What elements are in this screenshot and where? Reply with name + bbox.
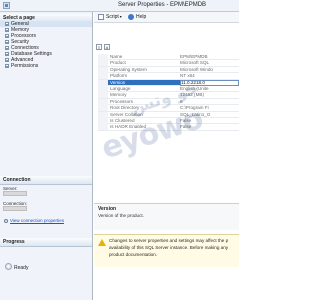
row-gutter: [98, 54, 108, 60]
notice-line: availability of this SQL Server instance…: [109, 245, 229, 250]
progress-header: Progress: [0, 238, 92, 247]
help-icon: [128, 14, 134, 20]
alphabetical-icon[interactable]: A: [104, 44, 110, 50]
page-label: Permissions: [11, 63, 39, 69]
property-name: Is Clustered: [110, 117, 135, 123]
view-connection-properties-link[interactable]: View connection properties: [4, 218, 64, 223]
description-panel: Version Version of the product.: [94, 203, 239, 230]
page-icon: [5, 46, 9, 50]
property-grid: Name EPM\EPMDB Product Microsoft SQL Operati…: [98, 54, 239, 131]
notice-panel: Changes to server properties and setting…: [94, 234, 239, 267]
property-name: Processors: [110, 98, 133, 104]
property-name: Server Collation: [110, 111, 143, 117]
row-gutter: [98, 79, 108, 86]
row-gutter: [98, 92, 108, 99]
description-text: Version of the product.: [98, 213, 144, 218]
connection-title: Connection: [3, 177, 31, 183]
page-icon: [5, 52, 9, 56]
chevron-down-icon: ▾: [119, 14, 122, 19]
page-icon: [5, 58, 9, 62]
progress-status: Ready: [14, 265, 29, 271]
property-value: False: [180, 124, 192, 130]
server-value-redacted: [3, 191, 91, 197]
property-value: SQL_Latin1_G: [180, 111, 211, 117]
row-gutter: [98, 73, 108, 80]
notice-line: product documentation.: [109, 252, 158, 257]
property-name: Platform: [110, 73, 128, 79]
script-icon: [98, 14, 104, 20]
property-value: English (Unite: [180, 85, 209, 91]
property-value[interactable]: 11.0.2218.0: [180, 79, 239, 86]
connection-header: Connection: [0, 176, 92, 185]
property-name: Product: [110, 60, 126, 66]
window-app-icon: [3, 2, 10, 9]
row-gutter: [98, 124, 108, 131]
page-icon: [5, 64, 9, 68]
view-connection-label: View connection properties: [10, 218, 64, 223]
help-button[interactable]: Help: [128, 14, 146, 20]
description-title: Version: [98, 206, 117, 212]
progress-title: Progress: [3, 239, 25, 245]
progress-spinner-icon: [5, 263, 12, 270]
property-row[interactable]: Is HADR Enabled False: [98, 124, 239, 131]
property-name: Operating System: [110, 66, 147, 72]
property-name: Name: [110, 54, 123, 59]
row-gutter: [98, 85, 108, 92]
help-label: Help: [136, 14, 147, 20]
row-gutter: [98, 117, 108, 124]
row-gutter: [98, 60, 108, 67]
script-label: Script: [106, 14, 119, 20]
connection-info: Connection:: [3, 201, 91, 212]
connection-properties-icon: [4, 218, 8, 223]
server-properties-window: Server Properties - EPM\EPMDB Select a p…: [0, 0, 239, 300]
property-name: Is HADR Enabled: [110, 124, 147, 130]
script-button[interactable]: Script▾: [98, 14, 122, 20]
notice-line: Changes to server properties and setting…: [109, 238, 229, 243]
window-title: Server Properties - EPM\EPMDB: [118, 2, 207, 8]
row-gutter: [98, 98, 108, 105]
title-bar: Server Properties - EPM\EPMDB: [0, 0, 239, 12]
property-name: Root Directory: [110, 105, 140, 111]
categorized-icon[interactable]: ≡: [96, 44, 102, 50]
property-value: False: [180, 117, 192, 123]
property-value: 12462 (MB): [180, 92, 205, 98]
left-pane: Select a page General Memory Processors …: [0, 12, 93, 300]
row-gutter: [98, 111, 108, 118]
toolbar: Script▾ Help: [94, 12, 239, 23]
property-value: Microsoft Windo: [180, 66, 213, 72]
property-name: Memory: [110, 92, 127, 98]
row-gutter: [98, 66, 108, 73]
property-grid-toolbar: ≡ A: [94, 43, 239, 52]
property-value: Microsoft SQL: [180, 60, 210, 66]
page-list: General Memory Processors Security Conne…: [0, 21, 92, 69]
page-icon: [5, 34, 9, 38]
page-icon: [5, 40, 9, 44]
page-icon: [5, 28, 9, 32]
property-name: Language: [110, 85, 131, 91]
property-name: Version: [110, 79, 126, 85]
page-permissions[interactable]: Permissions: [0, 63, 92, 69]
warning-icon: [98, 239, 106, 246]
server-info: Server:: [3, 186, 91, 197]
property-value: 8: [180, 98, 183, 104]
property-value: EPM\EPMDB: [180, 54, 208, 59]
row-gutter: [98, 105, 108, 112]
property-value: NT x64: [180, 73, 195, 79]
page-icon: [5, 22, 9, 26]
connection-value-redacted: [3, 206, 91, 212]
property-value: C:\Program Fi: [180, 105, 209, 111]
